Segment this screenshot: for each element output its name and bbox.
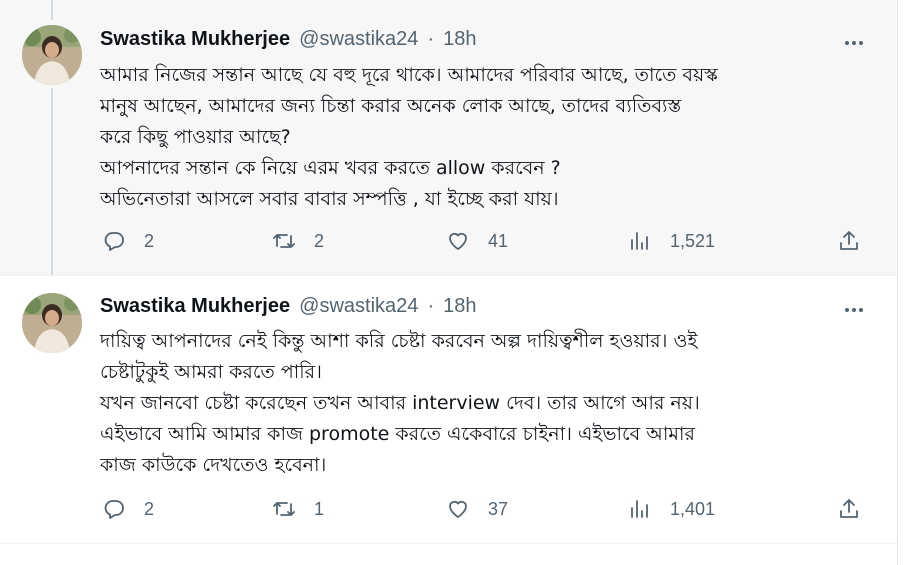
avatar-image bbox=[22, 293, 82, 353]
like-button[interactable]: 41 bbox=[446, 226, 508, 256]
share-button[interactable] bbox=[837, 494, 861, 524]
views-icon bbox=[631, 232, 648, 250]
author-handle[interactable]: @swastika24 bbox=[299, 295, 418, 317]
reply-icon bbox=[104, 500, 124, 519]
reply-icon bbox=[104, 232, 124, 251]
tweet-line: যখন জানবো চেষ্টা করেছেন তখন আবার intervi… bbox=[100, 392, 700, 414]
divider bbox=[0, 543, 897, 544]
author-handle[interactable]: @swastika24 bbox=[299, 28, 418, 50]
tweet-1[interactable]: Swastika Mukherjee @swastika24 · 18h আমা… bbox=[0, 0, 897, 275]
like-button[interactable]: 37 bbox=[446, 494, 508, 524]
retweet-button[interactable]: 2 bbox=[272, 226, 324, 256]
tweet-line: কাজ কাউকে দেখতেও হবেনা। bbox=[100, 454, 327, 476]
views-count: 1,521 bbox=[670, 230, 716, 251]
action-bar: 2 2 41 1,521 bbox=[100, 226, 880, 256]
views-icon bbox=[631, 500, 648, 518]
retweet-button[interactable]: 1 bbox=[272, 494, 324, 524]
scroll-gutter bbox=[897, 0, 916, 565]
action-bar: 2 1 37 1,401 bbox=[100, 494, 880, 524]
like-count: 41 bbox=[488, 230, 509, 251]
retweet-icon bbox=[273, 234, 295, 248]
reply-count: 2 bbox=[144, 498, 155, 519]
tweet-line: মানুষ আছেন, আমাদের জন্য চিন্তা করার অনেক… bbox=[100, 95, 682, 117]
thread-line-top bbox=[51, 0, 53, 20]
tweet-header: Swastika Mukherjee @swastika24 · 18h bbox=[100, 28, 477, 51]
tweet-2[interactable]: Swastika Mukherjee @swastika24 · 18h দায… bbox=[0, 276, 897, 543]
tweet-line: দায়িত্ব আপনাদের নেই কিন্তু আশা করি চেষ্… bbox=[100, 330, 698, 352]
separator: · bbox=[427, 295, 435, 317]
tweet-line: চেষ্টাটুকুই আমরা করতে পারি। bbox=[100, 361, 322, 383]
timestamp[interactable]: 18h bbox=[443, 28, 476, 50]
views-button[interactable]: 1,521 bbox=[628, 226, 715, 256]
views-count: 1,401 bbox=[670, 498, 716, 519]
heart-icon bbox=[449, 500, 467, 518]
avatar[interactable] bbox=[22, 25, 82, 85]
share-icon bbox=[840, 499, 858, 518]
retweet-count: 1 bbox=[314, 498, 325, 519]
reply-button[interactable]: 2 bbox=[102, 494, 154, 524]
tweet-line: আপনাদের সন্তান কে নিয়ে এরম খবর করতে all… bbox=[100, 157, 561, 179]
tweet-header: Swastika Mukherjee @swastika24 · 18h bbox=[100, 295, 477, 318]
tweet-line: আমার নিজের সন্তান আছে যে বহু দূরে থাকে। … bbox=[100, 64, 718, 86]
more-icon[interactable] bbox=[845, 297, 869, 317]
tweet-text: আমার নিজের সন্তান আছে যে বহু দূরে থাকে। … bbox=[100, 60, 870, 215]
views-button[interactable]: 1,401 bbox=[628, 494, 715, 524]
tweet-line: এইভাবে আমি আমার কাজ promote করতে একেবারে… bbox=[100, 423, 695, 445]
share-button[interactable] bbox=[837, 226, 861, 256]
timestamp[interactable]: 18h bbox=[443, 295, 476, 317]
retweet-icon bbox=[273, 502, 295, 516]
tweet-text: দায়িত্ব আপনাদের নেই কিন্তু আশা করি চেষ্… bbox=[100, 326, 870, 481]
author-name[interactable]: Swastika Mukherjee bbox=[100, 28, 290, 50]
heart-icon bbox=[449, 232, 467, 250]
reply-button[interactable]: 2 bbox=[102, 226, 154, 256]
separator: · bbox=[427, 28, 435, 50]
avatar-image bbox=[22, 25, 82, 85]
tweet-line: করে কিছু পাওয়ার আছে? bbox=[100, 126, 291, 148]
tweet-line: অভিনেতারা আসলে সবার বাবার সম্পত্তি , যা … bbox=[100, 188, 559, 210]
avatar[interactable] bbox=[22, 293, 82, 353]
share-icon bbox=[840, 231, 858, 250]
thread-line bbox=[51, 88, 53, 275]
author-name[interactable]: Swastika Mukherjee bbox=[100, 295, 290, 317]
retweet-count: 2 bbox=[314, 230, 325, 251]
like-count: 37 bbox=[488, 498, 509, 519]
more-icon[interactable] bbox=[845, 30, 869, 50]
reply-count: 2 bbox=[144, 230, 155, 251]
